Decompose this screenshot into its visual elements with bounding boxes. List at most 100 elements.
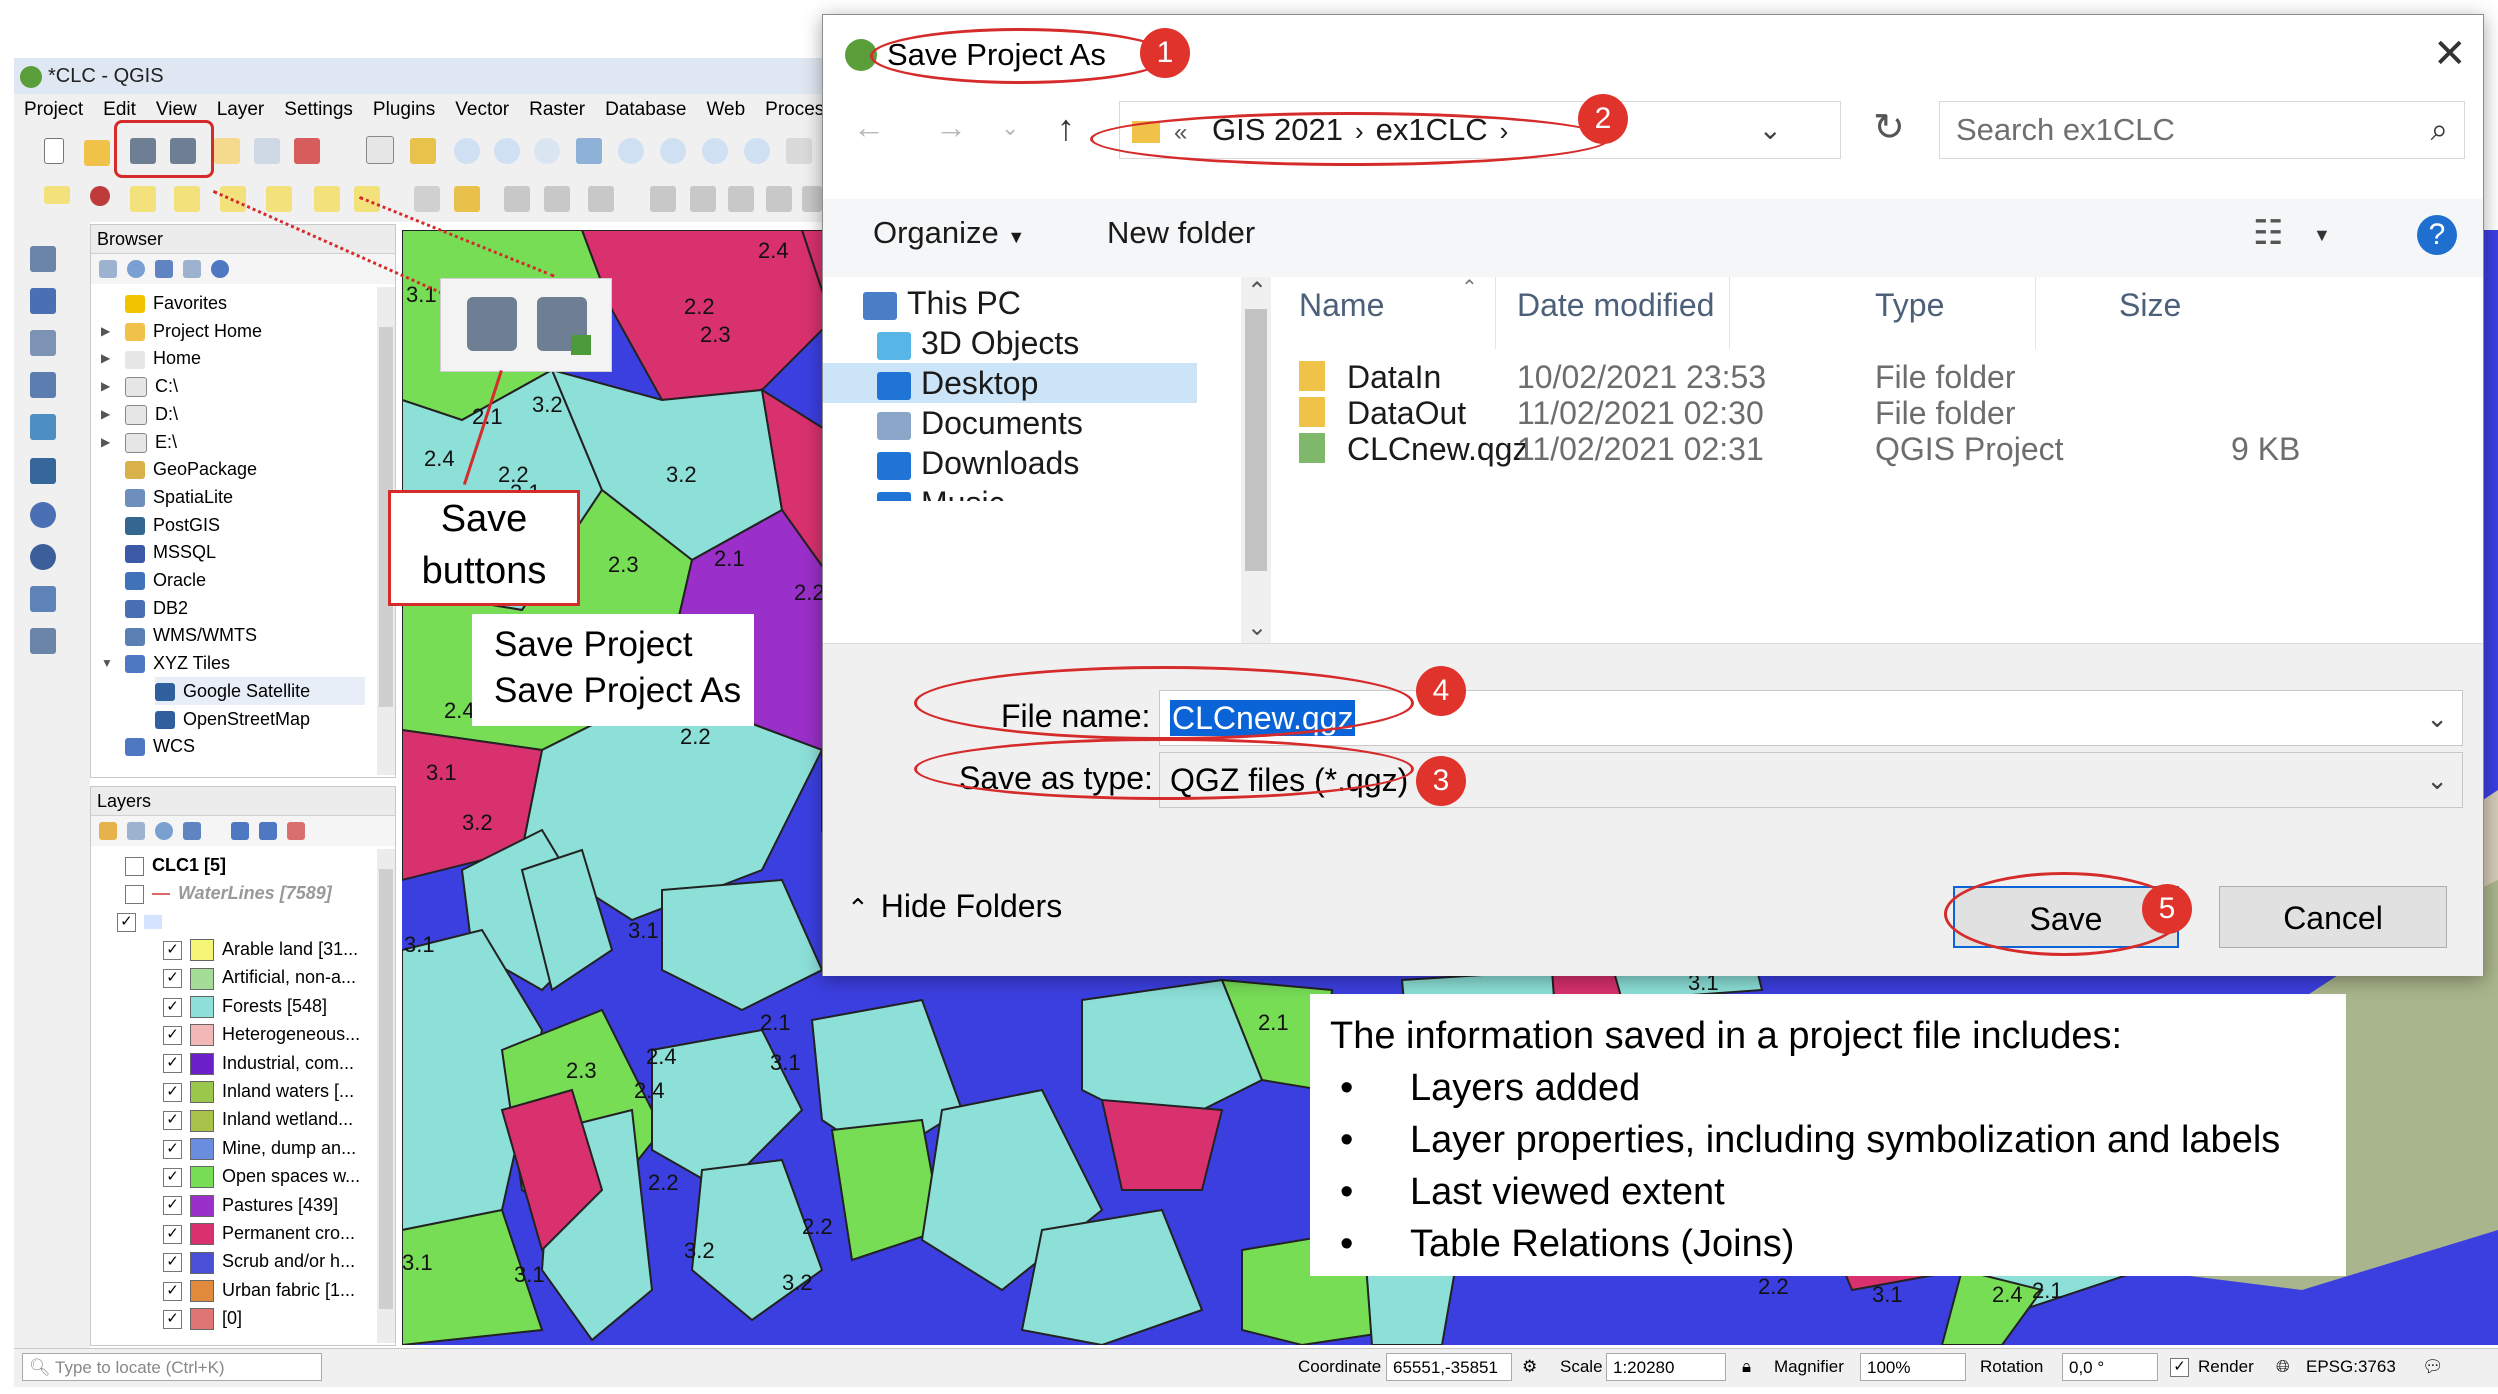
refresh-icon[interactable] [127, 260, 145, 278]
layer-checkbox[interactable]: ✓ [116, 912, 136, 932]
label-tool-icon[interactable] [44, 186, 70, 204]
open-project-icon[interactable] [84, 140, 110, 166]
browser-item-db2[interactable]: DB2 [125, 594, 188, 622]
cancel-button[interactable]: Cancel [2219, 886, 2447, 948]
label-show-hide-icon[interactable] [174, 186, 200, 212]
browser-item-google-satellite[interactable]: Google Satellite [155, 676, 365, 705]
chevron-right-icon[interactable]: ▶ [101, 400, 110, 428]
layer-class-item[interactable]: ✓ Arable land [31... [163, 935, 358, 963]
class-checkbox[interactable]: ✓ [163, 1111, 182, 1131]
rotation-field[interactable]: 0,0 ° [2062, 1353, 2158, 1381]
crs-label[interactable]: EPSG:3763 [2306, 1357, 2396, 1377]
add-postgis-icon[interactable] [30, 458, 56, 484]
layer-class-item[interactable]: ✓ Open spaces w... [163, 1162, 360, 1190]
column-size[interactable]: Size [2119, 287, 2181, 324]
layer-class-item[interactable]: ✓ Artificial, non-a... [163, 963, 356, 991]
expand-all-icon[interactable] [231, 822, 249, 840]
chevron-down-icon[interactable]: ▼ [101, 649, 113, 677]
navigation-scrollbar[interactable]: ⌃ ⌄ [1241, 277, 1271, 651]
zoom-to-layer-icon[interactable] [660, 138, 686, 164]
paste-features-icon[interactable] [802, 186, 822, 212]
layer-checkbox[interactable] [125, 856, 144, 876]
class-checkbox[interactable]: ✓ [163, 1309, 182, 1329]
browser-item-e[interactable]: ▶ E:\ [101, 428, 177, 456]
browser-item-postgis[interactable]: PostGIS [125, 511, 220, 539]
messages-icon[interactable]: 💬︎ [2422, 1357, 2444, 1377]
browser-item-d[interactable]: ▶ D:\ [101, 400, 178, 428]
chevron-right-icon[interactable]: ▶ [101, 428, 110, 456]
menu-layer[interactable]: Layer [207, 94, 275, 126]
back-arrow-icon[interactable]: ← [853, 109, 885, 146]
chevron-right-icon[interactable]: ▶ [101, 344, 110, 372]
layer-class-item[interactable]: ✓ Scrub and/or h... [163, 1247, 355, 1275]
class-checkbox[interactable]: ✓ [163, 1082, 182, 1102]
browser-item-home[interactable]: ▶ Home [101, 344, 201, 372]
class-checkbox[interactable]: ✓ [163, 1025, 182, 1045]
coordinate-field[interactable]: 65551,-35851 [1386, 1353, 1512, 1381]
vertex-tool-icon[interactable] [588, 186, 614, 212]
save-edits-icon[interactable] [504, 186, 530, 212]
new-shapefile-icon[interactable] [30, 628, 56, 654]
nav-item-desktop[interactable]: Desktop [823, 363, 1197, 403]
layer-class-item[interactable]: ✓ Pastures [439] [163, 1191, 338, 1219]
nav-item-downloads[interactable]: Downloads [823, 443, 1197, 483]
collapse-all-icon[interactable] [183, 260, 201, 278]
modify-attributes-icon[interactable] [650, 186, 676, 212]
new-map-view-icon[interactable] [786, 138, 812, 164]
save-type-dropdown-icon[interactable]: ⌄ [2426, 753, 2448, 807]
label-rotate-icon[interactable] [266, 186, 292, 212]
add-group-icon[interactable] [127, 822, 145, 840]
new-folder-button[interactable]: New folder [1107, 215, 1255, 251]
browser-item-openstreetmap[interactable]: OpenStreetMap [155, 705, 310, 733]
show-layout-manager-icon[interactable] [254, 138, 280, 164]
toggle-extents-icon[interactable]: ⚙ [1522, 1357, 1537, 1377]
layer-class-item[interactable]: ✓ Heterogeneous... [163, 1020, 360, 1048]
copy-features-icon[interactable] [766, 186, 792, 212]
label-pin-icon[interactable] [90, 186, 110, 206]
class-checkbox[interactable]: ✓ [163, 1196, 182, 1216]
locate-search-input[interactable]: 🔍︎ Type to locate (Ctrl+K) [22, 1353, 322, 1381]
nav-item-this-pc[interactable]: This PC [823, 283, 1197, 323]
column-type[interactable]: Type [1875, 287, 1944, 324]
add-geopackage-icon[interactable] [30, 414, 56, 440]
properties-info-icon[interactable] [211, 260, 229, 278]
class-checkbox[interactable]: ✓ [163, 969, 182, 989]
layer-styling-icon[interactable] [99, 822, 117, 840]
browser-item-geopackage[interactable]: GeoPackage [125, 455, 257, 483]
add-wms-icon[interactable] [30, 502, 56, 528]
style-manager-icon[interactable] [294, 138, 320, 164]
menu-web[interactable]: Web [696, 94, 755, 126]
view-dropdown-icon[interactable]: ▼ [2313, 225, 2331, 246]
help-icon[interactable]: ? [2417, 215, 2457, 255]
toggle-editing-icon[interactable] [454, 186, 480, 212]
zoom-in-icon[interactable] [454, 138, 480, 164]
render-checkbox[interactable]: ✓ [2170, 1358, 2189, 1377]
forward-arrow-icon[interactable]: → [935, 109, 967, 146]
class-checkbox[interactable]: ✓ [163, 1167, 182, 1187]
add-vector-layer-icon[interactable] [30, 246, 56, 272]
menu-vector[interactable]: Vector [445, 94, 519, 126]
manage-visibility-icon[interactable] [155, 822, 173, 840]
menu-database[interactable]: Database [595, 94, 696, 126]
class-checkbox[interactable]: ✓ [163, 1054, 182, 1074]
browser-item-wms-wmts[interactable]: WMS/WMTS [125, 621, 257, 649]
pan-map-icon[interactable] [366, 136, 394, 164]
browser-item-oracle[interactable]: Oracle [125, 566, 206, 594]
address-dropdown-icon[interactable]: ⌄ [1759, 102, 1782, 158]
layer-class-item[interactable]: ✓ Mine, dump an... [163, 1134, 356, 1162]
zoom-last-icon[interactable] [702, 138, 728, 164]
nav-item-3d-objects[interactable]: 3D Objects [823, 323, 1197, 363]
lock-scale-icon[interactable]: 🔒︎ [1742, 1357, 1751, 1377]
add-mesh-layer-icon[interactable] [30, 330, 56, 356]
add-raster-layer-icon[interactable] [30, 288, 56, 314]
menu-plugins[interactable]: Plugins [363, 94, 445, 126]
browser-item-favorites[interactable]: Favorites [125, 289, 227, 317]
add-wcs-icon[interactable] [30, 586, 56, 612]
layers-scrollbar[interactable] [377, 849, 395, 1343]
class-checkbox[interactable]: ✓ [163, 1281, 182, 1301]
filter-legend-icon[interactable] [183, 822, 201, 840]
magnifier-field[interactable]: 100% [1860, 1353, 1966, 1381]
scroll-down-icon[interactable]: ⌄ [1247, 613, 1267, 642]
browser-item-mssql[interactable]: MSSQL [125, 538, 216, 566]
layer-checkbox[interactable] [125, 884, 144, 904]
